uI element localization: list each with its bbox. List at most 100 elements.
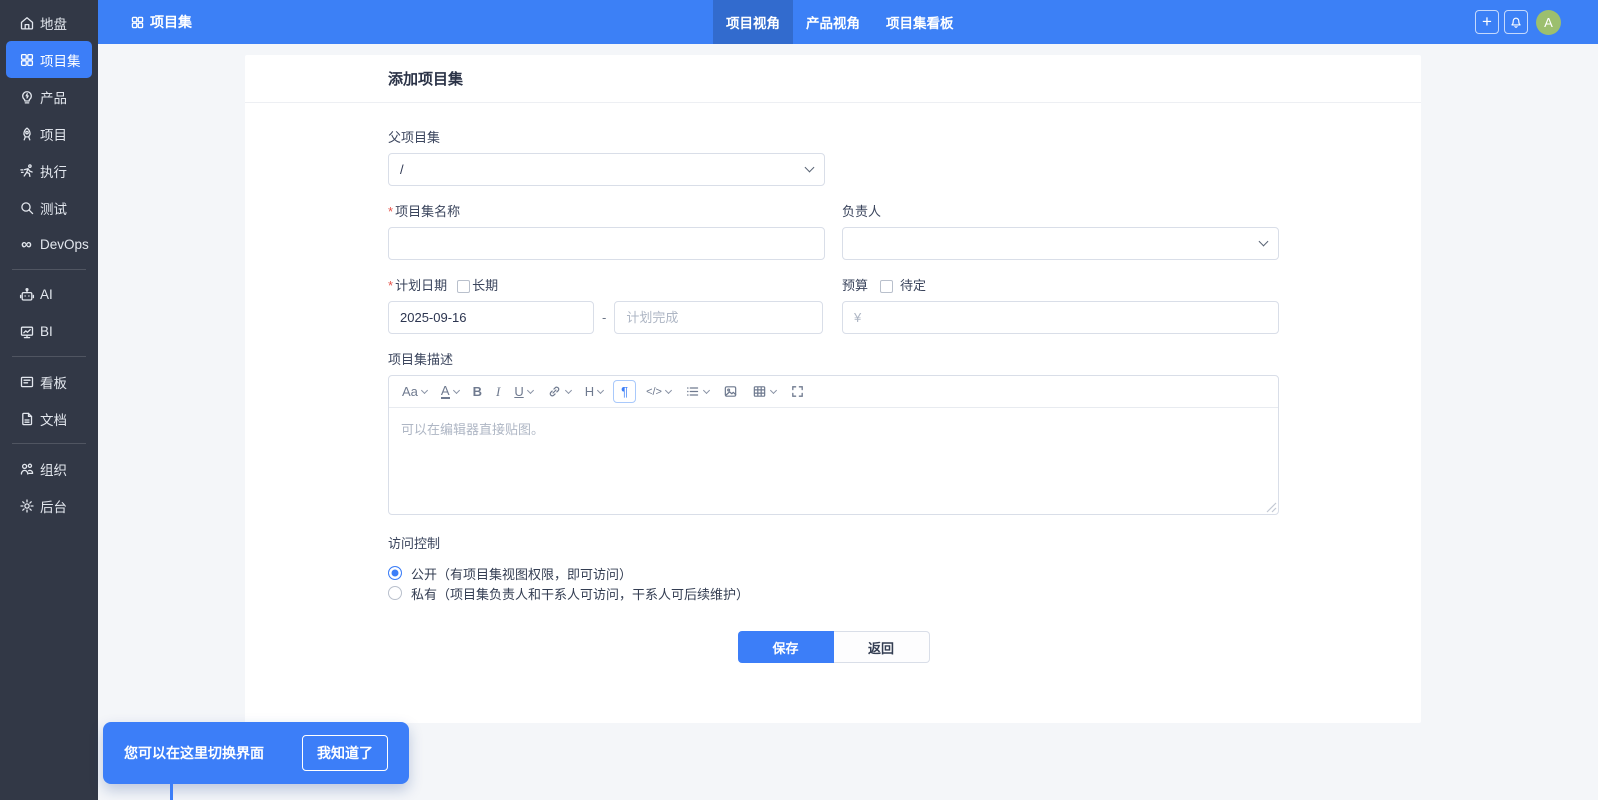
tab-program-kanban[interactable]: 项目集看板 xyxy=(873,0,967,44)
chevron-down-icon xyxy=(564,386,572,394)
topbar: 项目集 项目视角 产品视角 项目集看板 + A xyxy=(98,0,1598,44)
sidebar-item-label: 产品 xyxy=(40,90,67,106)
field-program-name: * 项目集名称 xyxy=(388,205,825,260)
tab-label: 产品视角 xyxy=(806,16,860,31)
sidebar-item-label: 测试 xyxy=(40,201,67,217)
sidebar-item-label: 地盘 xyxy=(40,16,67,32)
resize-handle[interactable] xyxy=(1266,502,1277,513)
long-term-checkbox[interactable] xyxy=(457,279,471,293)
gear-icon xyxy=(18,497,35,514)
chevron-down-icon xyxy=(702,386,711,394)
long-term-label: 长期 xyxy=(472,278,499,293)
sidebar-item-program[interactable]: 项目集 xyxy=(6,41,92,78)
budget-tbd-checkbox[interactable] xyxy=(880,279,894,293)
sidebar-item-org[interactable]: 组织 xyxy=(6,450,92,487)
sidebar-item-home[interactable]: 地盘 xyxy=(6,4,92,41)
sidebar-item-doc[interactable]: 文档 xyxy=(6,400,92,437)
radio-unselected-icon[interactable] xyxy=(388,586,402,600)
sidebar-item-kanban[interactable]: 看板 xyxy=(6,363,92,400)
chevron-down-icon xyxy=(664,386,673,394)
sidebar-divider xyxy=(12,443,86,444)
owner-select[interactable] xyxy=(842,227,1279,260)
paragraph-glyph: ¶ xyxy=(621,384,629,399)
image-button[interactable] xyxy=(716,380,745,404)
notifications-button[interactable] xyxy=(1504,10,1528,34)
sidebar-item-execution[interactable]: 执行 xyxy=(6,152,92,189)
plan-date-label: 计划日期 xyxy=(395,278,448,293)
bi-chart-icon xyxy=(18,323,35,340)
sidebar-item-bi[interactable]: BI xyxy=(6,313,92,350)
sidebar-divider xyxy=(12,269,86,270)
bold-glyph: B xyxy=(472,384,482,399)
program-grid-icon xyxy=(131,16,144,28)
avatar[interactable]: A xyxy=(1536,9,1561,35)
owner-label: 负责人 xyxy=(842,204,882,219)
underline-glyph: U xyxy=(514,384,524,399)
table-button[interactable] xyxy=(745,380,783,404)
sidebar-item-label: 看板 xyxy=(40,375,67,391)
create-button[interactable]: + xyxy=(1475,10,1499,34)
sidebar-item-ai[interactable]: AI xyxy=(6,276,92,313)
access-option-private[interactable]: 私有（项目集负责人和干系人可访问，干系人可后续维护） xyxy=(388,583,1279,603)
field-parent-program: 父项目集 / xyxy=(388,131,825,186)
access-control-label: 访问控制 xyxy=(388,536,441,551)
required-asterisk: * xyxy=(388,278,394,293)
chevron-down-icon xyxy=(597,386,605,394)
tab-label: 项目集看板 xyxy=(886,16,954,31)
sidebar-item-test[interactable]: 测试 xyxy=(6,189,92,226)
budget-input[interactable] xyxy=(867,310,1267,325)
topbar-module-title: 项目集 xyxy=(130,0,192,44)
table-icon xyxy=(753,386,766,397)
form-actions: 保存 返回 xyxy=(388,631,1279,663)
add-program-form: 父项目集 / * 项目集名称 负责人 * 计划日期 长期 2025-09-16 … xyxy=(388,131,1279,663)
sidebar-item-product[interactable]: 产品 xyxy=(6,78,92,115)
add-program-card: 添加项目集 父项目集 / * 项目集名称 负责人 * 计划日期 长期 2025-… xyxy=(245,55,1421,723)
chevron-down-icon xyxy=(526,386,534,394)
bell-icon xyxy=(1511,17,1521,28)
people-icon xyxy=(18,460,35,477)
tooltip-pointer-line xyxy=(170,784,173,800)
bold-button[interactable]: B xyxy=(466,380,489,404)
underline-button[interactable]: U xyxy=(507,380,539,404)
list-icon xyxy=(687,387,699,396)
chevron-down-icon xyxy=(804,162,815,173)
infinity-icon: ∞ xyxy=(21,235,32,253)
access-option-public[interactable]: 公开（有项目集视图权限，即可访问） xyxy=(388,563,1279,583)
radio-selected-icon[interactable] xyxy=(388,566,402,580)
paragraph-button[interactable]: ¶ xyxy=(613,380,637,403)
currency-symbol: ¥ xyxy=(854,310,862,325)
fullscreen-button[interactable] xyxy=(783,380,812,404)
sidebar-item-admin[interactable]: 后台 xyxy=(6,487,92,524)
parent-program-select[interactable]: / xyxy=(388,153,825,186)
heading-button[interactable]: H xyxy=(578,380,610,404)
fullscreen-icon xyxy=(792,386,803,397)
plan-end-input[interactable] xyxy=(626,310,812,325)
access-public-label: 公开（有项目集视图权限，即可访问） xyxy=(411,566,633,582)
font-size-button[interactable]: Aa xyxy=(395,380,434,404)
link-button[interactable] xyxy=(540,380,578,404)
home-icon xyxy=(18,14,35,31)
avatar-letter: A xyxy=(1544,14,1553,30)
tab-project-view[interactable]: 项目视角 xyxy=(713,0,793,44)
code-button[interactable]: </> xyxy=(639,380,678,404)
editor-body[interactable]: 可以在编辑器直接贴图。 xyxy=(389,408,1278,514)
field-owner: 负责人 xyxy=(842,205,1279,260)
sidebar-item-label: 执行 xyxy=(40,164,67,180)
tab-product-view[interactable]: 产品视角 xyxy=(793,0,873,44)
plan-start-input[interactable] xyxy=(400,310,582,325)
description-label: 项目集描述 xyxy=(388,352,454,367)
kanban-icon xyxy=(18,373,35,390)
tooltip-confirm-button[interactable]: 我知道了 xyxy=(302,735,388,771)
program-name-input[interactable] xyxy=(400,236,813,251)
list-button[interactable] xyxy=(678,380,716,404)
font-color-button[interactable]: A xyxy=(434,380,466,404)
italic-button[interactable]: I xyxy=(489,380,507,404)
main-content: 添加项目集 父项目集 / * 项目集名称 负责人 * 计划日期 长期 2025-… xyxy=(98,44,1598,800)
back-button[interactable]: 返回 xyxy=(833,631,930,663)
sidebar-item-devops[interactable]: ∞ DevOps xyxy=(6,226,92,263)
parent-program-label: 父项目集 xyxy=(388,130,441,145)
sidebar-divider xyxy=(12,356,86,357)
sidebar-item-project[interactable]: 项目 xyxy=(6,115,92,152)
topbar-title-label: 项目集 xyxy=(150,14,192,30)
save-button[interactable]: 保存 xyxy=(737,631,834,663)
